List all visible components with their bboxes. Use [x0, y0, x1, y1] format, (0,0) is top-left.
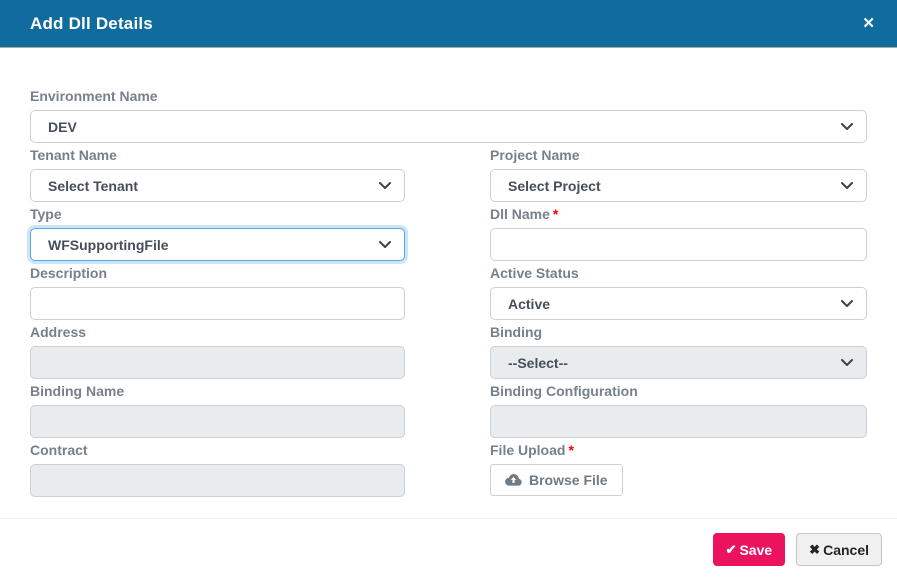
type-field: Type WFSupportingFile [30, 206, 405, 261]
binding-name-input [30, 405, 405, 438]
type-value: WFSupportingFile [48, 237, 169, 253]
form-row: Environment Name DEV [30, 88, 867, 143]
address-input [30, 346, 405, 379]
tenant-name-select[interactable]: Select Tenant [30, 169, 405, 202]
browse-file-label: Browse File [529, 472, 608, 488]
environment-name-select[interactable]: DEV [30, 110, 867, 143]
required-asterisk: * [553, 206, 558, 222]
add-dll-details-modal: Add Dll Details ✕ Environment Name DEV T… [0, 0, 897, 580]
browse-file-button[interactable]: Browse File [490, 464, 623, 496]
project-name-field: Project Name Select Project [490, 147, 867, 202]
active-status-value: Active [508, 296, 550, 312]
x-icon: ✖ [809, 543, 820, 556]
binding-select: --Select-- [490, 346, 867, 379]
dll-name-field: Dll Name* [490, 206, 867, 261]
dll-name-input[interactable] [490, 228, 867, 261]
chevron-down-icon [841, 182, 853, 190]
check-icon: ✔ [726, 543, 737, 556]
type-label: Type [30, 206, 405, 223]
binding-field: Binding --Select-- [490, 324, 867, 379]
chevron-down-icon [379, 241, 391, 249]
project-name-value: Select Project [508, 178, 601, 194]
form-row: Type WFSupportingFile Dll Name* [30, 206, 867, 261]
modal-header: Add Dll Details ✕ [0, 0, 897, 48]
modal-footer: ✔ Save ✖ Cancel [0, 518, 897, 580]
address-label: Address [30, 324, 405, 341]
environment-name-label: Environment Name [30, 88, 867, 105]
close-button[interactable]: ✕ [862, 16, 875, 31]
file-upload-field: File Upload* Browse File [490, 442, 867, 497]
environment-name-field: Environment Name DEV [30, 88, 867, 143]
required-asterisk: * [568, 442, 573, 458]
chevron-down-icon [841, 300, 853, 308]
description-input[interactable] [30, 287, 405, 320]
binding-label: Binding [490, 324, 867, 341]
cancel-button[interactable]: ✖ Cancel [796, 533, 882, 566]
cloud-upload-icon [505, 473, 522, 487]
dll-name-label-text: Dll Name [490, 206, 550, 222]
tenant-name-label: Tenant Name [30, 147, 405, 164]
cancel-button-label: Cancel [823, 542, 869, 558]
chevron-down-icon [379, 182, 391, 190]
binding-configuration-input [490, 405, 867, 438]
form-row: Binding Name Binding Configuration [30, 383, 867, 438]
form-row: Contract File Upload* Browse File [30, 442, 867, 497]
chevron-down-icon [841, 359, 853, 367]
binding-configuration-label: Binding Configuration [490, 383, 867, 400]
tenant-name-field: Tenant Name Select Tenant [30, 147, 405, 202]
file-upload-label: File Upload* [490, 442, 867, 459]
binding-name-field: Binding Name [30, 383, 405, 438]
environment-name-value: DEV [48, 119, 77, 135]
form-row: Address Binding --Select-- [30, 324, 867, 379]
description-field: Description [30, 265, 405, 320]
save-button[interactable]: ✔ Save [713, 533, 786, 566]
chevron-down-icon [841, 123, 853, 131]
address-field: Address [30, 324, 405, 379]
dll-name-label: Dll Name* [490, 206, 867, 223]
active-status-select[interactable]: Active [490, 287, 867, 320]
form-row: Tenant Name Select Tenant Project Name S… [30, 147, 867, 202]
contract-input [30, 464, 405, 497]
binding-configuration-field: Binding Configuration [490, 383, 867, 438]
active-status-field: Active Status Active [490, 265, 867, 320]
type-select[interactable]: WFSupportingFile [30, 228, 405, 261]
contract-label: Contract [30, 442, 405, 459]
file-upload-label-text: File Upload [490, 442, 565, 458]
binding-name-label: Binding Name [30, 383, 405, 400]
close-icon: ✕ [862, 15, 875, 32]
save-button-label: Save [739, 542, 772, 558]
modal-title: Add Dll Details [30, 14, 153, 34]
active-status-label: Active Status [490, 265, 867, 282]
modal-body: Environment Name DEV Tenant Name Select … [0, 48, 897, 518]
project-name-select[interactable]: Select Project [490, 169, 867, 202]
form-row: Description Active Status Active [30, 265, 867, 320]
contract-field: Contract [30, 442, 405, 497]
binding-value: --Select-- [508, 355, 568, 371]
description-label: Description [30, 265, 405, 282]
tenant-name-value: Select Tenant [48, 178, 138, 194]
project-name-label: Project Name [490, 147, 867, 164]
